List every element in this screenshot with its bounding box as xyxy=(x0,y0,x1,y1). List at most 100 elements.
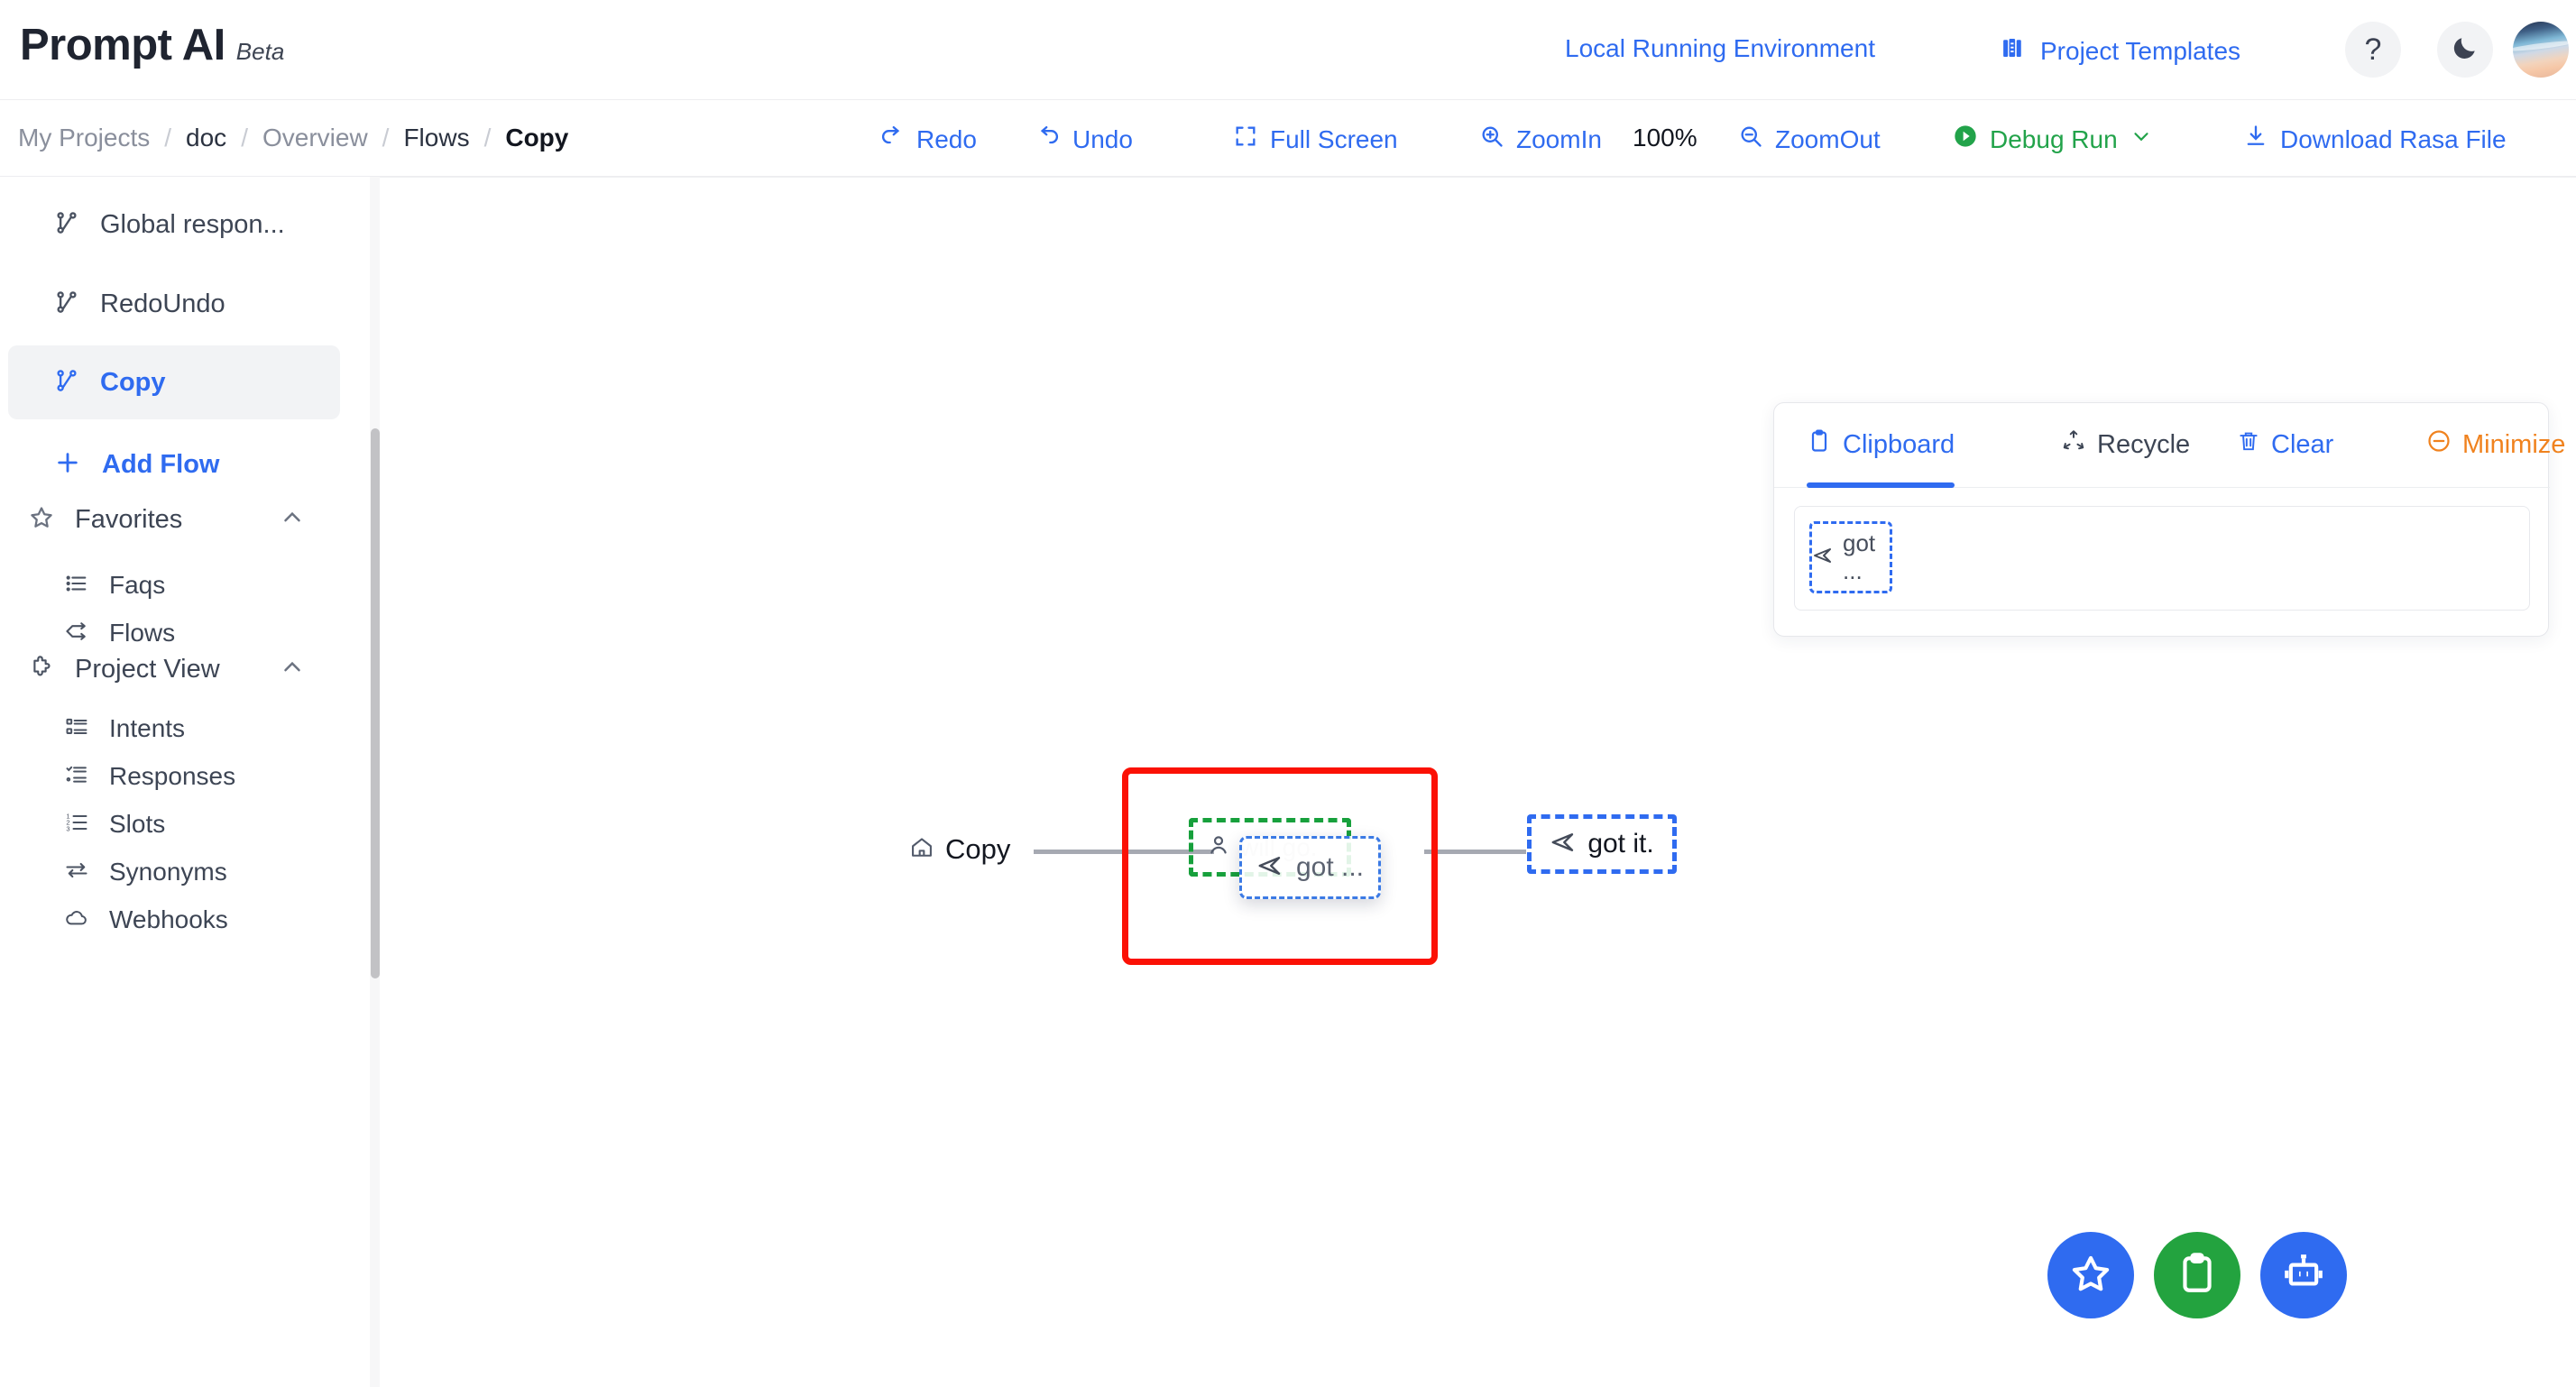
zoom-out-icon xyxy=(1738,124,1763,155)
svg-text:3: 3 xyxy=(66,824,69,832)
local-running-environment-link[interactable]: Local Running Environment xyxy=(1565,34,1875,63)
local-running-environment-label: Local Running Environment xyxy=(1565,34,1875,62)
plus-icon xyxy=(53,448,82,482)
fullscreen-icon xyxy=(1233,124,1258,155)
send-icon xyxy=(1812,545,1834,571)
breadcrumb-separator: / xyxy=(164,124,172,152)
sidebar-group-label: Project View xyxy=(75,654,220,684)
redo-label: Redo xyxy=(916,124,977,153)
play-circle-icon xyxy=(1953,124,1978,155)
sidebar-item-label: RedoUndo xyxy=(100,289,225,318)
flow-start-node[interactable]: Copy xyxy=(909,833,1010,866)
sidebar-group-favorites[interactable]: Favorites xyxy=(8,487,340,552)
app-title: Prompt AI xyxy=(20,21,225,69)
sidebar-group-label: Favorites xyxy=(75,504,183,534)
drag-ghost-node[interactable]: got ... xyxy=(1239,836,1381,899)
sidebar-item-label: Webhooks xyxy=(109,905,228,933)
full-screen-button[interactable]: Full Screen xyxy=(1233,124,1398,155)
star-icon xyxy=(2068,1251,2113,1300)
chevron-up-icon[interactable] xyxy=(279,504,306,536)
avatar[interactable] xyxy=(2513,22,2569,78)
breadcrumb-item-copy: Copy xyxy=(505,124,569,152)
redo-button[interactable]: Redo xyxy=(879,124,977,155)
zoom-in-button[interactable]: ZoomIn xyxy=(1479,124,1602,155)
project-templates-label: Project Templates xyxy=(2040,36,2241,65)
help-button[interactable]: ? xyxy=(2345,22,2401,78)
zoom-out-button[interactable]: ZoomOut xyxy=(1738,124,1881,155)
sidebar-item-label: Faqs xyxy=(109,571,166,599)
git-branch-icon xyxy=(53,367,80,399)
sidebar-item-webhooks[interactable]: Webhooks xyxy=(8,884,340,956)
breadcrumb-separator: / xyxy=(382,124,390,152)
download-rasa-file-label: Download Rasa File xyxy=(2280,124,2507,153)
theme-toggle-button[interactable] xyxy=(2437,22,2493,78)
tab-clipboard-label: Clipboard xyxy=(1843,429,1955,459)
breadcrumb-item-doc[interactable]: doc xyxy=(186,124,226,152)
drag-ghost-label: got ... xyxy=(1295,852,1365,882)
clipboard-items-area: got ... xyxy=(1794,506,2530,611)
clipboard-fab-button[interactable] xyxy=(2154,1232,2240,1318)
breadcrumb-separator: / xyxy=(241,124,248,152)
undo-button[interactable]: Undo xyxy=(1035,124,1133,155)
tab-clear[interactable]: Clear xyxy=(2237,423,2333,466)
sidebar-item-label: Intents xyxy=(109,714,186,742)
zoom-in-label: ZoomIn xyxy=(1516,124,1602,153)
chevron-up-icon[interactable] xyxy=(279,654,306,685)
sidebar-item-copy[interactable]: Copy xyxy=(8,345,340,419)
breadcrumb: My Projects / doc / Overview / Flows / C… xyxy=(18,124,568,152)
sidebar-item-label: Slots xyxy=(109,810,166,838)
moon-icon xyxy=(2451,33,2479,67)
download-icon xyxy=(2243,124,2268,155)
zoom-in-icon xyxy=(1479,124,1504,155)
person-icon xyxy=(1206,832,1231,862)
zoom-out-label: ZoomOut xyxy=(1775,124,1881,153)
full-screen-label: Full Screen xyxy=(1270,124,1398,153)
chevron-down-icon xyxy=(2130,124,2153,154)
books-icon xyxy=(2001,34,2028,68)
breadcrumb-item-flows[interactable]: Flows xyxy=(403,124,469,152)
floating-action-buttons xyxy=(2047,1232,2347,1318)
tab-recycle[interactable]: Recycle xyxy=(2061,423,2190,466)
project-templates-link[interactable]: Project Templates xyxy=(2001,34,2240,68)
breadcrumb-item-overview[interactable]: Overview xyxy=(262,124,368,152)
flow-node-bot[interactable]: got it. xyxy=(1527,814,1677,874)
minus-circle-icon xyxy=(2426,428,2452,461)
git-branch-icon xyxy=(53,209,80,241)
favorite-fab-button[interactable] xyxy=(2047,1232,2134,1318)
list-boxes-icon xyxy=(64,714,89,744)
clipboard-icon xyxy=(2175,1251,2220,1300)
flow-start-label: Copy xyxy=(945,833,1011,865)
list-numbered-icon: 1 2 3 xyxy=(64,810,89,840)
send-icon xyxy=(1256,852,1283,884)
beta-tag: Beta xyxy=(235,38,285,65)
zoom-level-value: 100% xyxy=(1633,124,1697,152)
recycle-icon xyxy=(2061,428,2086,461)
clipboard-panel-tabs: Clipboard Recycle Clear Minimize xyxy=(1774,403,2565,488)
robot-icon xyxy=(2281,1251,2326,1300)
sidebar-item-label: Global respon... xyxy=(100,209,285,239)
tab-minimize[interactable]: Minimize xyxy=(2426,423,2565,466)
sidebar-item-label: Synonyms xyxy=(109,858,227,886)
redo-icon xyxy=(879,124,905,155)
tab-clipboard[interactable]: Clipboard xyxy=(1807,423,1955,488)
debug-run-label: Debug Run xyxy=(1990,124,2118,153)
sidebar-item-global-respon[interactable]: Global respon... xyxy=(8,188,340,262)
home-icon xyxy=(909,835,934,865)
question-mark-icon: ? xyxy=(2364,32,2382,67)
download-rasa-file-button[interactable]: Download Rasa File xyxy=(2243,124,2507,155)
trash-icon xyxy=(2237,429,2260,460)
flow-canvas[interactable]: Copy will go. got ... got it. xyxy=(380,177,2576,1387)
sidebar-item-label: Copy xyxy=(100,367,166,397)
flow-node-bot-label: got it. xyxy=(1587,829,1654,859)
bot-fab-button[interactable] xyxy=(2260,1232,2347,1318)
tab-minimize-label: Minimize xyxy=(2462,429,2566,459)
breadcrumb-item-my-projects[interactable]: My Projects xyxy=(18,124,150,152)
clipboard-item[interactable]: got ... xyxy=(1809,521,1892,593)
list-check-icon xyxy=(64,762,89,792)
sidebar-item-redoundo[interactable]: RedoUndo xyxy=(8,267,340,341)
undo-label: Undo xyxy=(1072,124,1133,153)
sidebar: Global respon... RedoUndo Copy Add Flow xyxy=(0,177,379,1387)
debug-run-button[interactable]: Debug Run xyxy=(1953,124,2153,155)
sidebar-scrollbar-thumb[interactable] xyxy=(371,428,380,978)
app-header: Prompt AI Beta Local Running Environment… xyxy=(0,0,2576,100)
